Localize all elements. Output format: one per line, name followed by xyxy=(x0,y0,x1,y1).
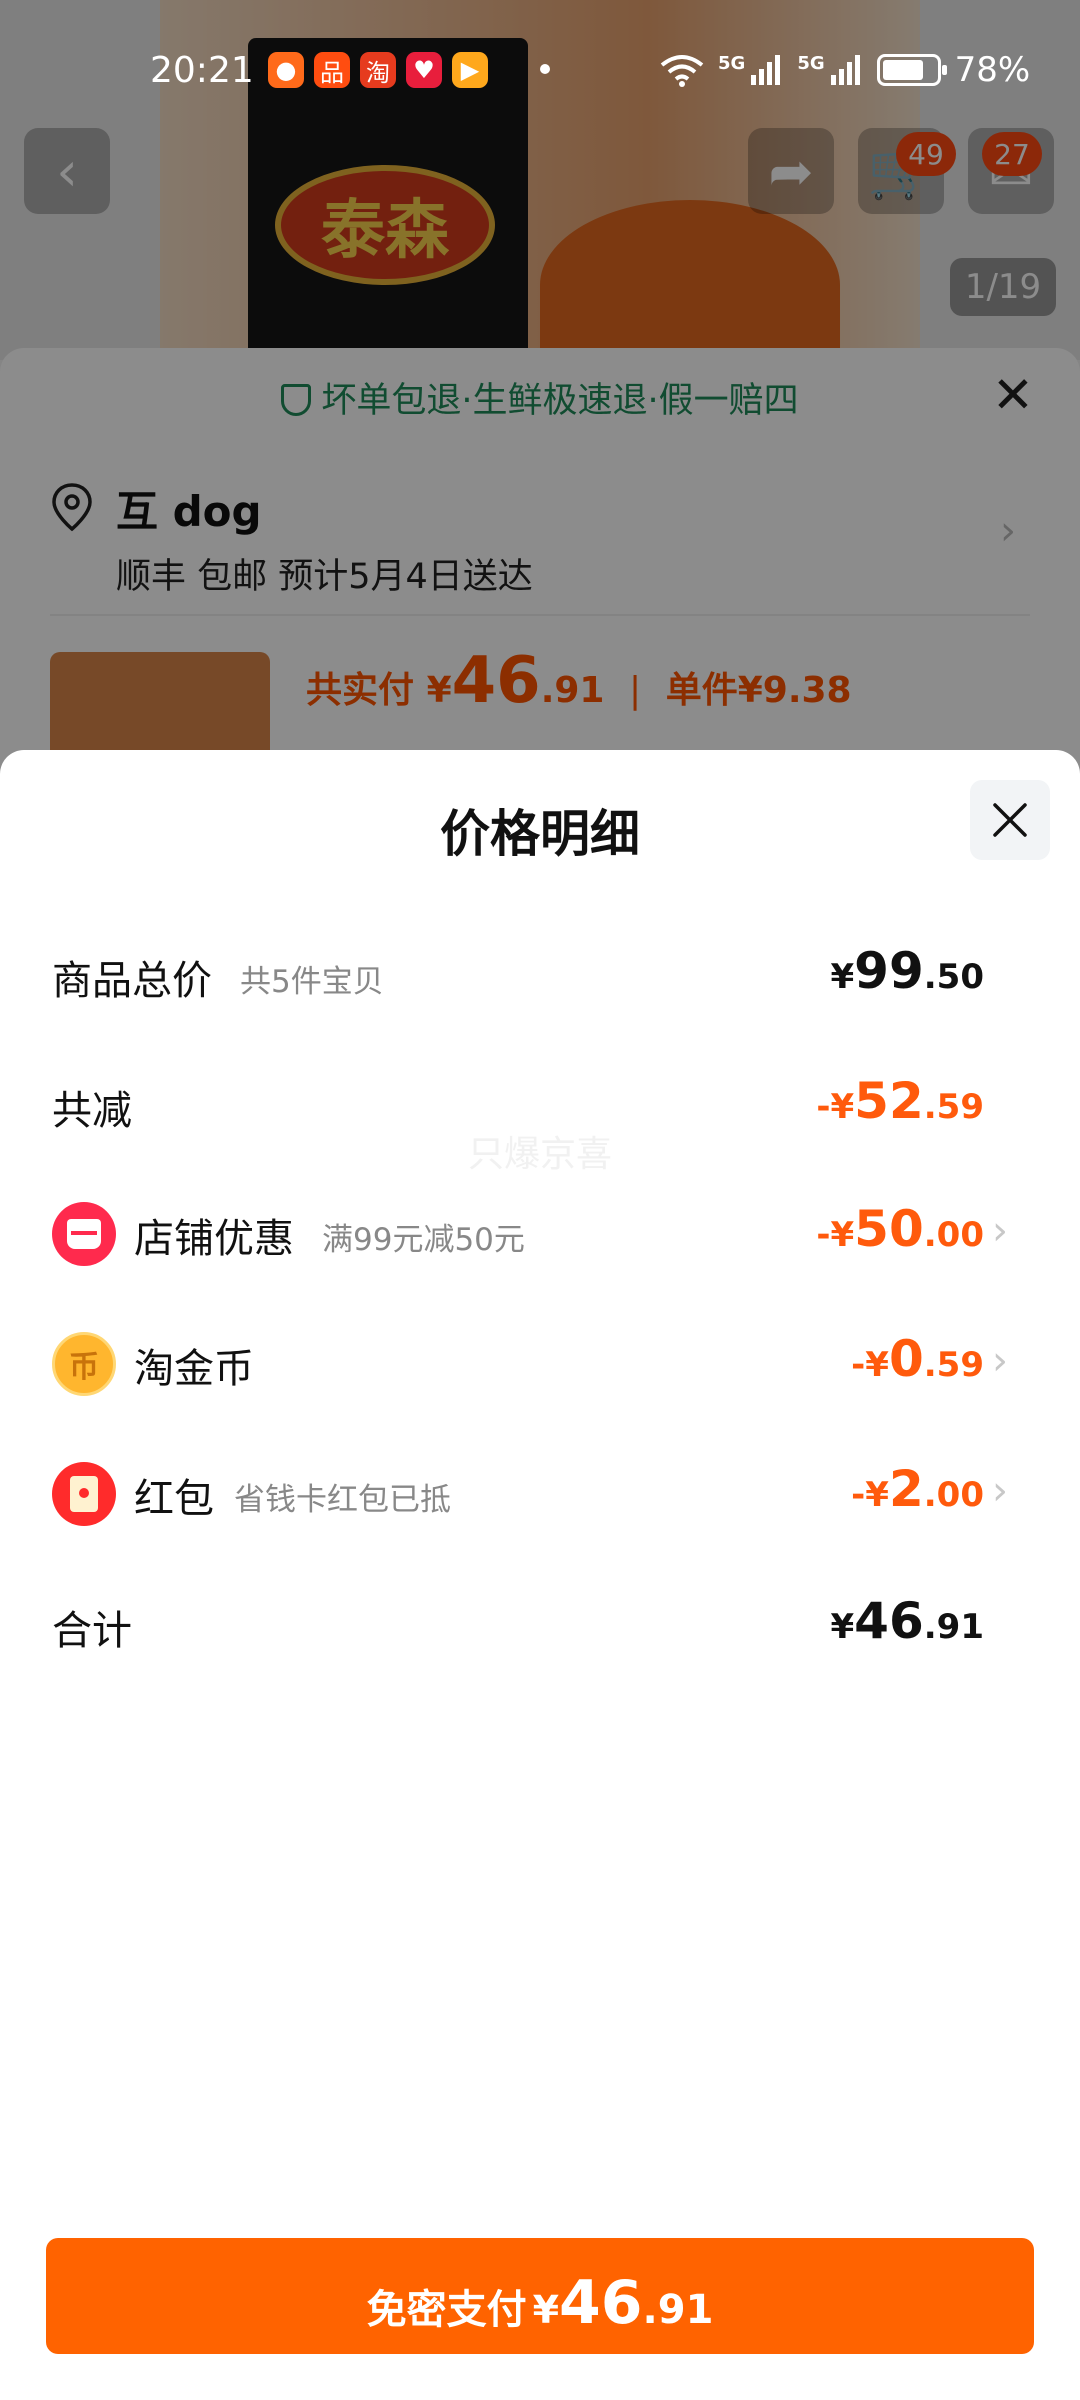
amount-currency: ¥ xyxy=(830,1607,855,1647)
amount-sign: - xyxy=(816,1087,831,1127)
pay-button-dec: .91 xyxy=(642,2287,714,2333)
sheet-title: 价格明细 xyxy=(440,805,640,863)
chevron-right-icon: › xyxy=(992,1468,1008,1514)
app-icon-5: ▶ xyxy=(452,52,488,88)
chevron-right-icon: › xyxy=(992,1208,1008,1254)
app-icon-4: ♥ xyxy=(406,52,442,88)
signal-icon-2 xyxy=(830,55,860,85)
row-amount: ¥46.91 xyxy=(831,1592,985,1650)
amount-currency: ¥ xyxy=(830,1215,855,1255)
amount-dec: .00 xyxy=(923,1475,984,1515)
row-amount: ¥99.50 xyxy=(831,942,985,1000)
amount-dec: .50 xyxy=(923,957,984,997)
amount-int: 0 xyxy=(888,1330,924,1388)
pay-button-int: 46 xyxy=(559,2268,643,2338)
amount-dec: .59 xyxy=(923,1087,984,1127)
password-free-pay-button[interactable]: 免密支付 ¥46.91 xyxy=(46,2238,1034,2354)
status-bar: 20:21 ● 品淘 ♥ ▶ 5G 5G 78% xyxy=(0,0,1080,118)
row-red-packet[interactable]: 红包 省钱卡红包已抵 -¥2.00 › xyxy=(0,1454,1080,1534)
amount-int: 52 xyxy=(854,1072,924,1130)
row-shop-discount[interactable]: 店铺优惠 满99元减50元 -¥50.00 › xyxy=(0,1194,1080,1274)
pay-button-label: 免密支付 xyxy=(366,2287,527,2333)
chevron-right-icon: › xyxy=(992,1338,1008,1384)
signal-icon xyxy=(751,55,781,85)
wifi-icon xyxy=(660,55,704,87)
more-notifications-dot xyxy=(540,64,550,74)
row-sub: 省钱卡红包已抵 xyxy=(234,1482,451,1518)
amount-sign: - xyxy=(851,1475,866,1515)
row-taojinbi[interactable]: 币 淘金币 -¥0.59 › xyxy=(0,1324,1080,1404)
battery-icon xyxy=(876,54,947,86)
row-sub: 共5件宝贝 xyxy=(240,964,384,1000)
app-icon-1: ● xyxy=(268,52,304,88)
amount-int: 46 xyxy=(854,1592,924,1650)
amount-dec: .59 xyxy=(923,1345,984,1385)
row-goods-total: 商品总价 共5件宝贝 ¥99.50 xyxy=(0,936,1080,1016)
close-icon xyxy=(993,803,1027,837)
coin-icon: 币 xyxy=(52,1332,116,1396)
app-icon-2: 品 xyxy=(314,52,350,88)
battery-percent: 78% xyxy=(954,50,1031,90)
status-time: 20:21 xyxy=(150,50,254,91)
row-total-discount: 共减 -¥52.59 xyxy=(0,1066,1080,1146)
row-amount: -¥0.59 xyxy=(851,1330,984,1388)
amount-int: 2 xyxy=(888,1460,924,1518)
pay-button-currency: ¥ xyxy=(532,2288,560,2332)
amount-dec: .00 xyxy=(923,1215,984,1255)
amount-int: 99 xyxy=(854,942,924,1000)
amount-dec: .91 xyxy=(923,1607,984,1647)
amount-sign: - xyxy=(816,1215,831,1255)
row-label: 店铺优惠 xyxy=(134,1216,294,1262)
close-button[interactable] xyxy=(970,780,1050,860)
amount-int: 50 xyxy=(854,1200,924,1258)
amount-sign: - xyxy=(851,1345,866,1385)
row-label: 红包 xyxy=(134,1476,214,1522)
row-label: 合计 xyxy=(52,1608,132,1654)
shop-icon xyxy=(52,1202,116,1266)
amount-currency: ¥ xyxy=(865,1475,889,1515)
amount-currency: ¥ xyxy=(865,1345,889,1385)
amount-currency: ¥ xyxy=(830,957,855,997)
row-label: 共减 xyxy=(52,1088,132,1134)
price-detail-sheet: 价格明细 只爆京喜 商品总价 共5件宝贝 ¥99.50 共减 -¥52.59 店… xyxy=(0,750,1080,2400)
row-amount: -¥50.00 xyxy=(816,1200,984,1258)
row-label: 商品总价 xyxy=(52,958,212,1004)
red-packet-icon xyxy=(52,1462,116,1526)
network-5g-1: 5G xyxy=(718,52,746,74)
row-amount: -¥52.59 xyxy=(816,1072,984,1130)
row-amount: -¥2.00 xyxy=(851,1460,984,1518)
network-5g-2: 5G xyxy=(797,52,825,74)
amount-currency: ¥ xyxy=(830,1087,855,1127)
row-sub: 满99元减50元 xyxy=(322,1222,525,1258)
taobao-icon: 淘 xyxy=(360,52,396,88)
row-label: 淘金币 xyxy=(134,1346,254,1392)
row-grand-total: 合计 ¥46.91 xyxy=(0,1586,1080,1666)
notification-app-icons: ● 品淘 ♥ ▶ xyxy=(268,52,488,88)
